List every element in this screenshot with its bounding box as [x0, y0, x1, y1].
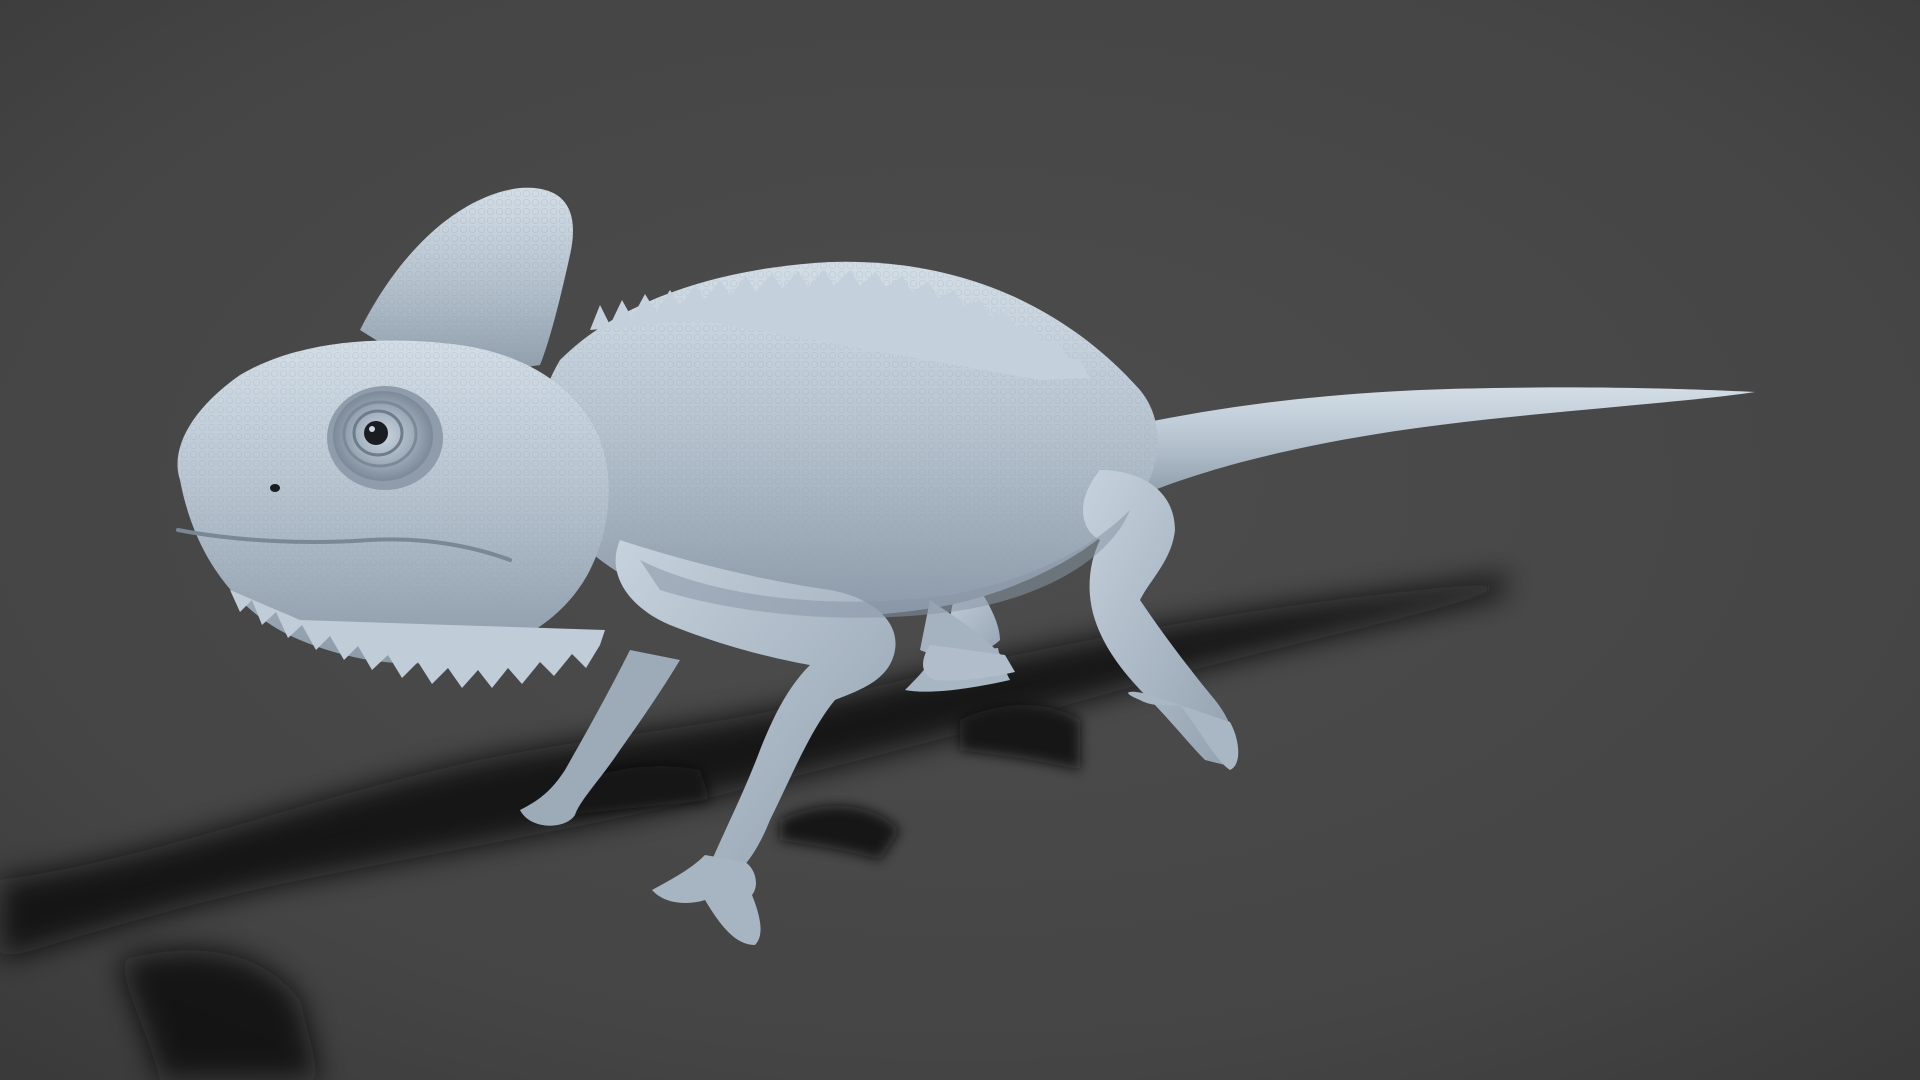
- eye: [327, 386, 443, 490]
- render-viewport: [0, 0, 1920, 1080]
- nostril: [270, 484, 280, 492]
